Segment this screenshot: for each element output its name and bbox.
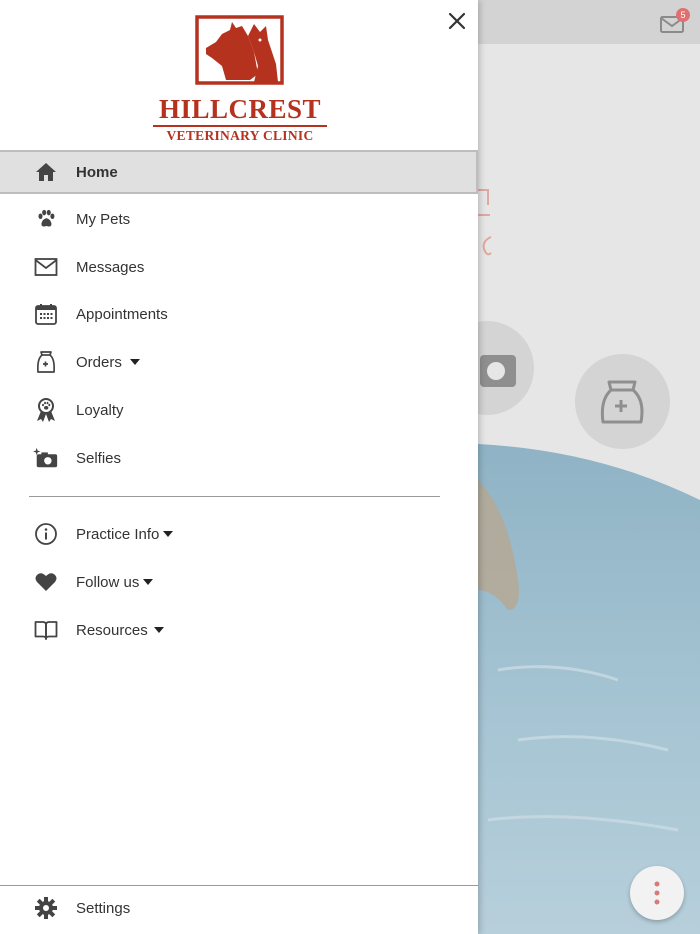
pet-food-bag-icon (600, 380, 644, 424)
more-vertical-icon (654, 881, 660, 905)
info-icon (33, 521, 59, 547)
caret-down-icon (129, 358, 140, 365)
camera-sparkle-icon (33, 445, 59, 471)
logo-divider (153, 125, 327, 127)
award-ribbon-icon (33, 397, 59, 423)
caret-down-icon (163, 530, 174, 537)
close-icon[interactable] (444, 8, 470, 34)
hero-image-water (478, 444, 700, 934)
menu-item-practice-info[interactable]: Practice Info (0, 512, 478, 556)
menu-item-my-pets[interactable]: My Pets (0, 197, 478, 241)
gear-icon (33, 895, 59, 921)
menu-item-resources[interactable]: Resources (0, 608, 478, 652)
menu-label-home: Home (76, 163, 118, 181)
menu-label-resources: Resources (76, 622, 164, 639)
logo-fragment (478, 189, 492, 256)
menu-item-settings[interactable]: Settings (0, 886, 478, 930)
dog-cat-logo-icon (195, 15, 284, 85)
menu-item-loyalty[interactable]: Loyalty (0, 388, 478, 432)
home-icon (33, 159, 59, 185)
calendar-icon (33, 301, 59, 327)
logo-name: HILLCREST (158, 94, 322, 124)
clinic-logo: HILLCREST VETERINARY CLINIC (150, 14, 330, 143)
more-options-button[interactable] (630, 866, 684, 920)
paw-icon (33, 206, 59, 232)
menu-label-appointments: Appointments (76, 305, 168, 323)
heart-icon (33, 569, 59, 595)
caret-down-icon (143, 578, 154, 585)
menu-divider (29, 496, 440, 497)
menu-item-appointments[interactable]: Appointments (0, 292, 478, 336)
menu-label-messages: Messages (76, 258, 145, 276)
orders-shortcut[interactable] (575, 354, 670, 449)
menu-label-follow-us: Follow us (76, 574, 154, 591)
envelope-icon (33, 254, 59, 280)
menu-item-orders[interactable]: Orders (0, 340, 478, 384)
open-book-icon (33, 617, 59, 643)
menu-item-follow-us[interactable]: Follow us (0, 560, 478, 604)
menu-label-loyalty: Loyalty (76, 401, 124, 419)
caret-down-icon (153, 626, 164, 633)
logo-subtitle: VETERINARY CLINIC (166, 128, 314, 143)
pet-food-bag-icon (33, 349, 59, 375)
menu-label-selfies: Selfies (76, 449, 122, 467)
navigation-drawer: HILLCREST VETERINARY CLINIC Home My Pets… (0, 0, 478, 934)
menu-item-messages[interactable]: Messages (0, 245, 478, 289)
menu-label-my-pets: My Pets (76, 210, 131, 228)
menu-item-selfies[interactable]: Selfies (0, 436, 478, 480)
menu-label-orders: Orders (76, 354, 140, 371)
message-count-badge: 5 (676, 8, 690, 22)
menu-item-home[interactable]: Home (0, 150, 478, 194)
menu-label-settings: Settings (76, 899, 131, 917)
menu-label-practice-info: Practice Info (76, 526, 174, 543)
